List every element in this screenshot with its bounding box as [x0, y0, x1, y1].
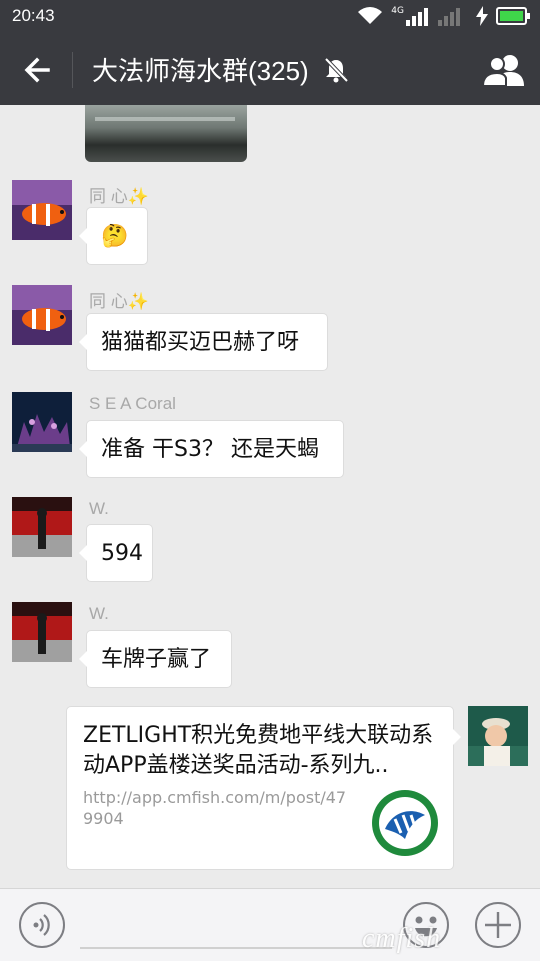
- message-text: 准备 干S3？ 还是天蝎: [101, 437, 319, 462]
- voice-input-icon[interactable]: [18, 901, 66, 949]
- sender-name: 同 心✨: [89, 187, 149, 206]
- message-bubble[interactable]: 🤔: [79, 207, 148, 265]
- message-input[interactable]: [80, 947, 392, 949]
- mute-bell-icon: [324, 57, 349, 83]
- message-text: 猫猫都买迈巴赫了呀: [101, 330, 300, 355]
- signal-empty-icon: [438, 8, 460, 26]
- message-text: 🤔: [101, 224, 129, 249]
- message-bubble[interactable]: 车牌子赢了: [79, 630, 232, 688]
- wifi-icon: [358, 7, 383, 24]
- charging-icon: [476, 6, 488, 26]
- status-time: 20:43: [12, 6, 55, 25]
- link-card[interactable]: ZETLIGHT积光免费地平线大联动系动APP盖楼送奖品活动-系列九.. htt…: [66, 706, 461, 870]
- status-bar: 20:43 4G: [0, 0, 540, 34]
- avatar[interactable]: [12, 285, 72, 345]
- back-arrow-icon[interactable]: [20, 52, 56, 88]
- signal-icon: [406, 8, 428, 26]
- cmfish-logo-icon: [372, 790, 438, 856]
- sender-name: S E A Coral: [89, 394, 176, 413]
- group-members-icon[interactable]: [482, 52, 526, 88]
- message-text: 车牌子赢了: [101, 647, 212, 672]
- link-card-url: http://app.cmfish.com/m/post/479904: [83, 788, 347, 828]
- chat-title: 大法师海水群(325): [92, 56, 309, 86]
- message-text: 594: [101, 541, 143, 566]
- message-bubble[interactable]: 猫猫都买迈巴赫了呀: [79, 313, 328, 371]
- watermark-text: cmfish: [362, 923, 442, 954]
- network-type: 4G: [391, 6, 404, 16]
- avatar[interactable]: [12, 392, 72, 452]
- my-avatar[interactable]: [468, 706, 528, 766]
- input-bar: cmfish: [0, 888, 540, 961]
- image-message[interactable]: [85, 105, 247, 162]
- sender-name: 同 心✨: [89, 292, 149, 311]
- battery-icon: [496, 7, 530, 25]
- sender-name: W.: [89, 499, 109, 518]
- avatar[interactable]: [12, 180, 72, 240]
- more-plus-icon[interactable]: [474, 901, 522, 949]
- title-divider: [72, 52, 73, 88]
- sender-name: W.: [89, 604, 109, 623]
- avatar[interactable]: [12, 497, 72, 557]
- link-card-title: ZETLIGHT积光免费地平线大联动系动APP盖楼送奖品活动-系列九..: [83, 723, 434, 778]
- message-bubble[interactable]: 准备 干S3？ 还是天蝎: [79, 420, 344, 478]
- avatar[interactable]: [12, 602, 72, 662]
- message-bubble[interactable]: 594: [79, 524, 153, 582]
- title-bar: 大法师海水群(325): [0, 34, 540, 105]
- chat-area[interactable]: 同 心✨ 🤔 同 心✨ 猫猫都买迈巴赫了呀 S E A Coral 准备 干S3…: [0, 105, 540, 888]
